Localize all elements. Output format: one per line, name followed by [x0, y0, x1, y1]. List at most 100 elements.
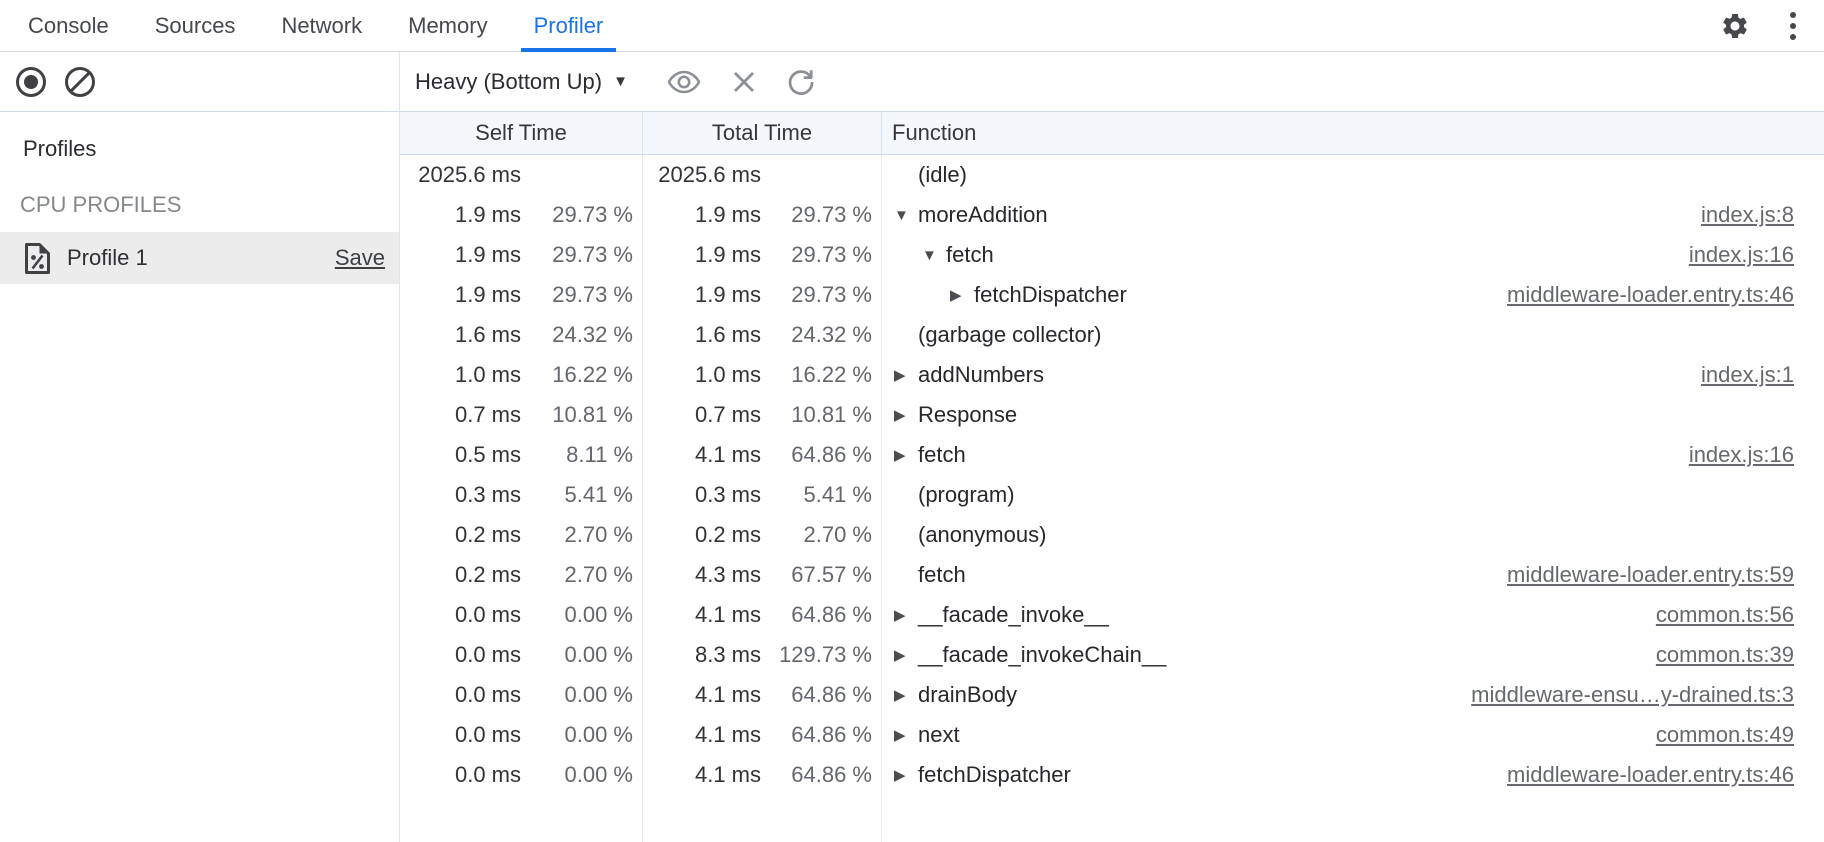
chevron-down-icon: ▼ [613, 73, 628, 90]
expand-arrow-icon[interactable]: ▶ [894, 646, 918, 664]
tab-label: Memory [408, 13, 487, 39]
profile-table-row[interactable]: 0.0 ms 0.00 % 4.1 ms 64.86 % ▶ next comm… [400, 715, 1824, 755]
function-name: Response [918, 402, 1017, 428]
expand-arrow-icon[interactable]: ▶ [894, 366, 918, 384]
self-ms-value: 0.0 ms [400, 682, 521, 708]
toolbar-icon-group [666, 67, 816, 97]
profile-table-row[interactable]: 0.3 ms 5.41 % 0.3 ms 5.41 % (program) [400, 475, 1824, 515]
total-pct-value: 29.73 % [761, 282, 882, 308]
function-cell: ▶ next common.ts:49 [882, 715, 1824, 755]
tabbar-actions [1720, 0, 1824, 51]
column-header-function[interactable]: Function [882, 112, 1824, 154]
focus-eye-icon[interactable] [666, 69, 702, 95]
view-mode-label: Heavy (Bottom Up) [415, 69, 602, 95]
view-mode-dropdown[interactable]: Heavy (Bottom Up) ▼ [415, 69, 628, 95]
more-options-kebab-icon[interactable] [1784, 8, 1802, 44]
source-link[interactable]: index.js:1 [1701, 362, 1824, 388]
function-name: moreAddition [918, 202, 1048, 228]
total-pct-value: 129.73 % [761, 642, 882, 668]
total-pct-value: 64.86 % [761, 722, 882, 748]
function-name: (garbage collector) [918, 322, 1101, 348]
total-time-cell: 2025.6 ms [643, 155, 882, 195]
self-pct-value: 0.00 % [521, 682, 643, 708]
sidebar-item-profile-1[interactable]: Profile 1 Save [0, 232, 399, 284]
total-time-cell: 1.0 ms 16.22 % [643, 355, 882, 395]
column-header-self-time[interactable]: Self Time [400, 112, 643, 154]
self-ms-value: 1.9 ms [400, 202, 521, 228]
tab-memory[interactable]: Memory [395, 0, 500, 51]
function-cell: ▼ fetch index.js:16 [882, 235, 1824, 275]
function-cell: ▶ __facade_invoke__ common.ts:56 [882, 595, 1824, 635]
expand-arrow-icon[interactable]: ▶ [894, 726, 918, 744]
record-icon [24, 75, 38, 89]
self-time-cell: 0.5 ms 8.11 % [400, 435, 643, 475]
expand-arrow-icon[interactable]: ▶ [894, 606, 918, 624]
expand-arrow-icon[interactable]: ▶ [894, 406, 918, 424]
expand-arrow-icon[interactable]: ▼ [922, 247, 946, 264]
function-cell: (anonymous) [882, 515, 1824, 555]
profile-table-row[interactable]: 0.0 ms 0.00 % 8.3 ms 129.73 % ▶ __facade… [400, 635, 1824, 675]
expand-arrow-icon[interactable]: ▼ [894, 207, 918, 224]
devtools-tabbar: Console Sources Network Memory Profiler [0, 0, 1824, 52]
profile-table-row[interactable]: 1.6 ms 24.32 % 1.6 ms 24.32 % (garbage c… [400, 315, 1824, 355]
tab-network[interactable]: Network [268, 0, 375, 51]
total-time-cell: 0.2 ms 2.70 % [643, 515, 882, 555]
save-profile-link[interactable]: Save [335, 245, 385, 271]
profile-table-row[interactable]: 0.0 ms 0.00 % 4.1 ms 64.86 % ▶ __facade_… [400, 595, 1824, 635]
record-profile-button[interactable] [16, 67, 46, 97]
total-pct-value: 29.73 % [761, 242, 882, 268]
profile-table-row[interactable]: 1.9 ms 29.73 % 1.9 ms 29.73 % ▶ fetchDis… [400, 275, 1824, 315]
restore-refresh-icon[interactable] [786, 67, 816, 97]
source-link[interactable]: middleware-ensu…y-drained.ts:3 [1471, 682, 1824, 708]
self-time-cell: 0.0 ms 0.00 % [400, 595, 643, 635]
function-cell: fetch middleware-loader.entry.ts:59 [882, 555, 1824, 595]
tab-console[interactable]: Console [15, 0, 122, 51]
profile-table-row[interactable]: 1.0 ms 16.22 % 1.0 ms 16.22 % ▶ addNumbe… [400, 355, 1824, 395]
profile-table-row[interactable]: 0.0 ms 0.00 % 4.1 ms 64.86 % ▶ drainBody… [400, 675, 1824, 715]
expand-arrow-icon[interactable]: ▶ [950, 286, 974, 304]
expand-arrow-icon[interactable]: ▶ [894, 686, 918, 704]
source-link[interactable]: index.js:16 [1689, 442, 1824, 468]
self-time-cell: 0.0 ms 0.00 % [400, 635, 643, 675]
profile-table-row[interactable]: 0.5 ms 8.11 % 4.1 ms 64.86 % ▶ fetch ind… [400, 435, 1824, 475]
self-ms-value: 1.9 ms [400, 282, 521, 308]
source-link[interactable]: common.ts:49 [1656, 722, 1824, 748]
self-time-cell: 1.6 ms 24.32 % [400, 315, 643, 355]
clear-profiles-button[interactable] [65, 67, 95, 97]
source-link[interactable]: middleware-loader.entry.ts:46 [1507, 282, 1824, 308]
devtools-window: Console Sources Network Memory Profiler … [0, 0, 1824, 842]
source-link[interactable]: index.js:16 [1689, 242, 1824, 268]
expand-arrow-icon[interactable]: ▶ [894, 766, 918, 784]
tab-profiler[interactable]: Profiler [521, 0, 617, 51]
exclude-x-icon[interactable] [732, 70, 756, 94]
panel-tabs: Console Sources Network Memory Profiler [0, 0, 616, 51]
function-cell: ▶ drainBody middleware-ensu…y-drained.ts… [882, 675, 1824, 715]
total-time-cell: 4.1 ms 64.86 % [643, 675, 882, 715]
profile-table-row[interactable]: 0.7 ms 10.81 % 0.7 ms 10.81 % ▶ Response [400, 395, 1824, 435]
profile-table-row[interactable]: 0.0 ms 0.00 % 4.1 ms 64.86 % ▶ fetchDisp… [400, 755, 1824, 795]
expand-arrow-icon[interactable]: ▶ [894, 446, 918, 464]
profile-table-row[interactable]: 1.9 ms 29.73 % 1.9 ms 29.73 % ▼ fetch in… [400, 235, 1824, 275]
function-cell: (idle) [882, 155, 1824, 195]
function-name: drainBody [918, 682, 1017, 708]
self-ms-value: 0.0 ms [400, 762, 521, 788]
source-link[interactable]: common.ts:56 [1656, 602, 1824, 628]
source-link[interactable]: middleware-loader.entry.ts:59 [1507, 562, 1824, 588]
profile-table-row[interactable]: 0.2 ms 2.70 % 4.3 ms 67.57 % fetch middl… [400, 555, 1824, 595]
column-header-total-time[interactable]: Total Time [643, 112, 882, 154]
profile-table-row[interactable]: 1.9 ms 29.73 % 1.9 ms 29.73 % ▼ moreAddi… [400, 195, 1824, 235]
function-name: __facade_invokeChain__ [918, 642, 1166, 668]
total-ms-value: 1.9 ms [643, 242, 761, 268]
source-link[interactable]: middleware-loader.entry.ts:46 [1507, 762, 1824, 788]
profile-table-row[interactable]: 0.2 ms 2.70 % 0.2 ms 2.70 % (anonymous) [400, 515, 1824, 555]
source-link[interactable]: index.js:8 [1701, 202, 1824, 228]
function-name: addNumbers [918, 362, 1044, 388]
self-time-cell: 1.9 ms 29.73 % [400, 275, 643, 315]
profile-table-row[interactable]: 2025.6 ms 2025.6 ms (idle) [400, 155, 1824, 195]
total-time-cell: 0.7 ms 10.81 % [643, 395, 882, 435]
profiles-toolbar [0, 52, 399, 112]
settings-gear-icon[interactable] [1720, 11, 1750, 41]
tab-sources[interactable]: Sources [142, 0, 249, 51]
source-link[interactable]: common.ts:39 [1656, 642, 1824, 668]
self-pct-value: 0.00 % [521, 762, 643, 788]
